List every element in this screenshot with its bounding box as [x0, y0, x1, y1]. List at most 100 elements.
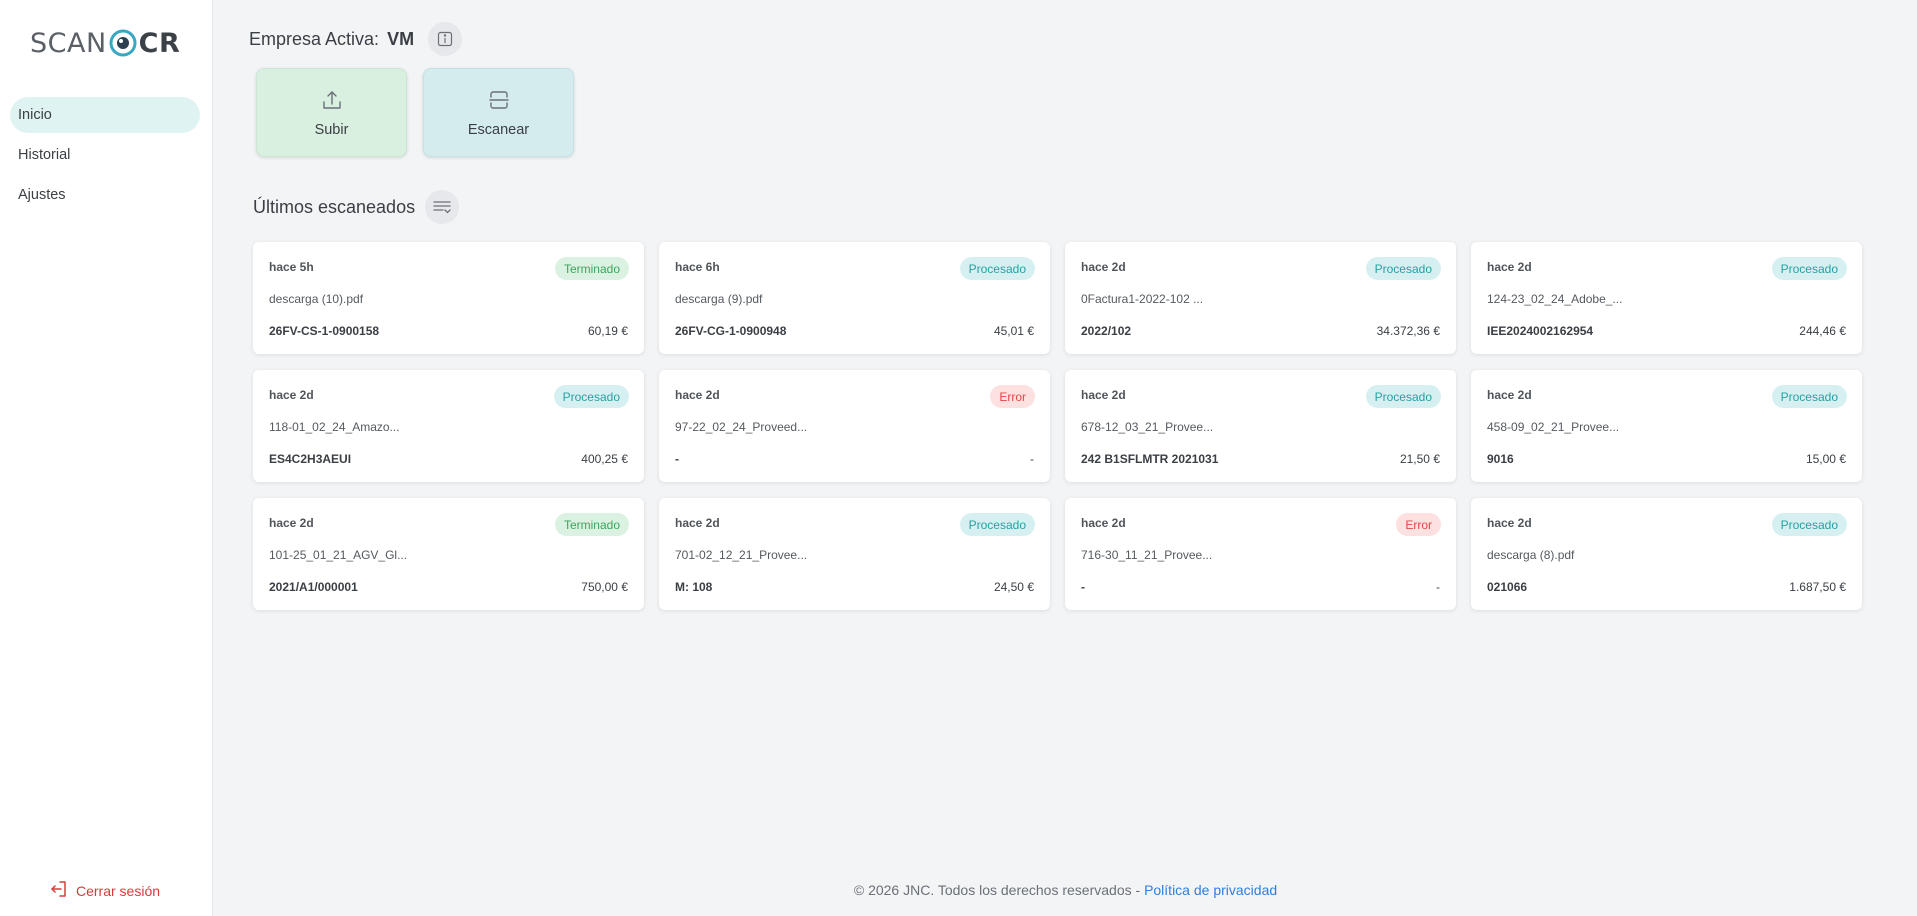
card-time: hace 2d — [1487, 388, 1532, 402]
scan-card[interactable]: hace 2d Procesado descarga (8).pdf 021066 1.… — [1471, 498, 1862, 610]
footer: © 2026 JNC. Todos los derechos reservado… — [214, 882, 1917, 898]
scan-button[interactable]: Escanear — [423, 68, 574, 157]
scan-card[interactable]: hace 2d Terminado 101-25_01_21_AGV_Gl... 20… — [253, 498, 644, 610]
status-badge: Procesado — [1771, 513, 1847, 536]
card-time: hace 2d — [1081, 516, 1126, 530]
card-amount: 400,25 € — [581, 452, 628, 466]
card-time: hace 2d — [675, 388, 720, 402]
logout-label: Cerrar sesión — [76, 882, 161, 899]
logo-text-cr: CR — [138, 27, 181, 59]
logout-icon — [50, 880, 68, 901]
status-badge: Terminado — [554, 257, 629, 280]
sidebar-item-label: Inicio — [18, 107, 52, 123]
scan-card[interactable]: hace 2d Procesado 0Factura1-2022-102 ... 20… — [1065, 242, 1456, 354]
company-value: VM — [387, 28, 415, 49]
card-time: hace 2d — [675, 516, 720, 530]
card-amount: 60,19 € — [587, 324, 628, 338]
card-amount: 24,50 € — [993, 580, 1034, 594]
card-amount: 750,00 € — [581, 580, 628, 594]
card-amount: 15,00 € — [1805, 452, 1846, 466]
recent-scans-header: Últimos escaneados — [253, 190, 460, 224]
info-button[interactable] — [428, 22, 463, 56]
card-time: hace 2d — [269, 388, 314, 402]
info-icon — [437, 31, 453, 47]
action-buttons: Subir Escanear — [256, 68, 574, 157]
card-time: hace 6h — [675, 260, 720, 274]
card-invoice-code: 26FV-CG-1-0900948 — [675, 324, 787, 338]
upload-button[interactable]: Subir — [256, 68, 407, 157]
card-filename: 701-02_12_21_Provee... — [675, 548, 808, 562]
card-time: hace 2d — [1081, 260, 1126, 274]
status-badge: Error — [1396, 513, 1441, 536]
status-badge: Procesado — [553, 385, 629, 408]
scan-card[interactable]: hace 2d Procesado 124-23_02_24_Adobe_... IE… — [1471, 242, 1862, 354]
upload-label: Subir — [314, 121, 349, 138]
card-filename: 97-22_02_24_Proveed... — [675, 420, 808, 434]
card-time: hace 2d — [1487, 516, 1532, 530]
upload-icon — [322, 90, 341, 109]
footer-copyright: © 2026 JNC. Todos los derechos reservado… — [853, 882, 1145, 898]
status-badge: Procesado — [1365, 257, 1441, 280]
card-time: hace 5h — [269, 260, 314, 274]
sidebar-nav: Inicio Historial Ajustes — [10, 97, 200, 217]
logo-text-scan: SCAN — [30, 27, 107, 59]
card-filename: 458-09_02_21_Provee... — [1487, 420, 1620, 434]
eye-icon — [109, 29, 137, 57]
card-invoice-code: IEE2024002162954 — [1487, 324, 1594, 338]
scan-card[interactable]: hace 2d Procesado 678-12_03_21_Provee... 24… — [1065, 370, 1456, 482]
card-amount: - — [1030, 452, 1034, 466]
main-content: Empresa Activa: VM Subir Escanear Último… — [214, 0, 1917, 916]
card-invoice-code: M: 108 — [675, 580, 713, 594]
scan-cards-grid: hace 5h Terminado descarga (10).pdf 26FV-CS… — [253, 242, 1862, 610]
status-badge: Procesado — [959, 513, 1035, 536]
scan-card[interactable]: hace 5h Terminado descarga (10).pdf 26FV-CS… — [253, 242, 644, 354]
sort-icon — [433, 201, 451, 214]
app-logo[interactable]: SCAN CR — [30, 26, 180, 60]
status-badge: Procesado — [1771, 385, 1847, 408]
card-time: hace 2d — [1487, 260, 1532, 274]
status-badge: Procesado — [959, 257, 1035, 280]
card-invoice-code: 26FV-CS-1-0900158 — [269, 324, 380, 338]
section-title: Últimos escaneados — [253, 196, 416, 217]
card-filename: descarga (8).pdf — [1487, 548, 1575, 562]
scan-card[interactable]: hace 2d Error 716-30_11_21_Provee... - - — [1065, 498, 1456, 610]
scan-card[interactable]: hace 2d Procesado 458-09_02_21_Provee... 90… — [1471, 370, 1862, 482]
card-amount: 1.687,50 € — [1789, 580, 1846, 594]
card-filename: descarga (10).pdf — [269, 292, 364, 306]
card-invoice-code: 2022/102 — [1081, 324, 1132, 338]
company-header: Empresa Activa: VM — [249, 22, 463, 56]
card-filename: 101-25_01_21_AGV_Gl... — [269, 548, 408, 562]
sidebar: SCAN CR Inicio Historial Ajustes Cerrar … — [0, 0, 213, 916]
sidebar-item-historial[interactable]: Historial — [10, 137, 200, 173]
card-invoice-code: 242 B1SFLMTR 2021031 — [1081, 452, 1219, 466]
company-label: Empresa Activa: — [249, 28, 380, 49]
scan-card[interactable]: hace 2d Error 97-22_02_24_Proveed... - - — [659, 370, 1050, 482]
card-invoice-code: 9016 — [1487, 452, 1514, 466]
scan-label: Escanear — [467, 121, 530, 138]
logout-button[interactable]: Cerrar sesión — [50, 880, 160, 901]
status-badge: Error — [990, 385, 1035, 408]
sidebar-item-inicio[interactable]: Inicio — [10, 97, 200, 133]
status-badge: Procesado — [1365, 385, 1441, 408]
status-badge: Procesado — [1771, 257, 1847, 280]
card-filename: 678-12_03_21_Provee... — [1081, 420, 1214, 434]
card-filename: descarga (9).pdf — [675, 292, 763, 306]
sidebar-item-ajustes[interactable]: Ajustes — [10, 177, 200, 213]
card-invoice-code: 021066 — [1487, 580, 1528, 594]
card-amount: 244,46 € — [1799, 324, 1846, 338]
sidebar-item-label: Historial — [18, 147, 71, 163]
card-invoice-code: 2021/A1/000001 — [269, 580, 358, 594]
card-filename: 118-01_02_24_Amazo... — [269, 420, 400, 434]
card-invoice-code: - — [1081, 580, 1085, 594]
card-time: hace 2d — [269, 516, 314, 530]
card-amount: 45,01 € — [993, 324, 1034, 338]
card-invoice-code: - — [675, 452, 679, 466]
scan-card[interactable]: hace 2d Procesado 118-01_02_24_Amazo... ES4… — [253, 370, 644, 482]
scan-card[interactable]: hace 2d Procesado 701-02_12_21_Provee... M:… — [659, 498, 1050, 610]
card-time: hace 2d — [1081, 388, 1126, 402]
scan-icon — [488, 90, 509, 109]
sort-button[interactable] — [425, 190, 460, 224]
scan-card[interactable]: hace 6h Procesado descarga (9).pdf 26FV-CG-… — [659, 242, 1050, 354]
card-amount: - — [1436, 580, 1440, 594]
privacy-link[interactable]: Política de privacidad — [1144, 882, 1277, 898]
